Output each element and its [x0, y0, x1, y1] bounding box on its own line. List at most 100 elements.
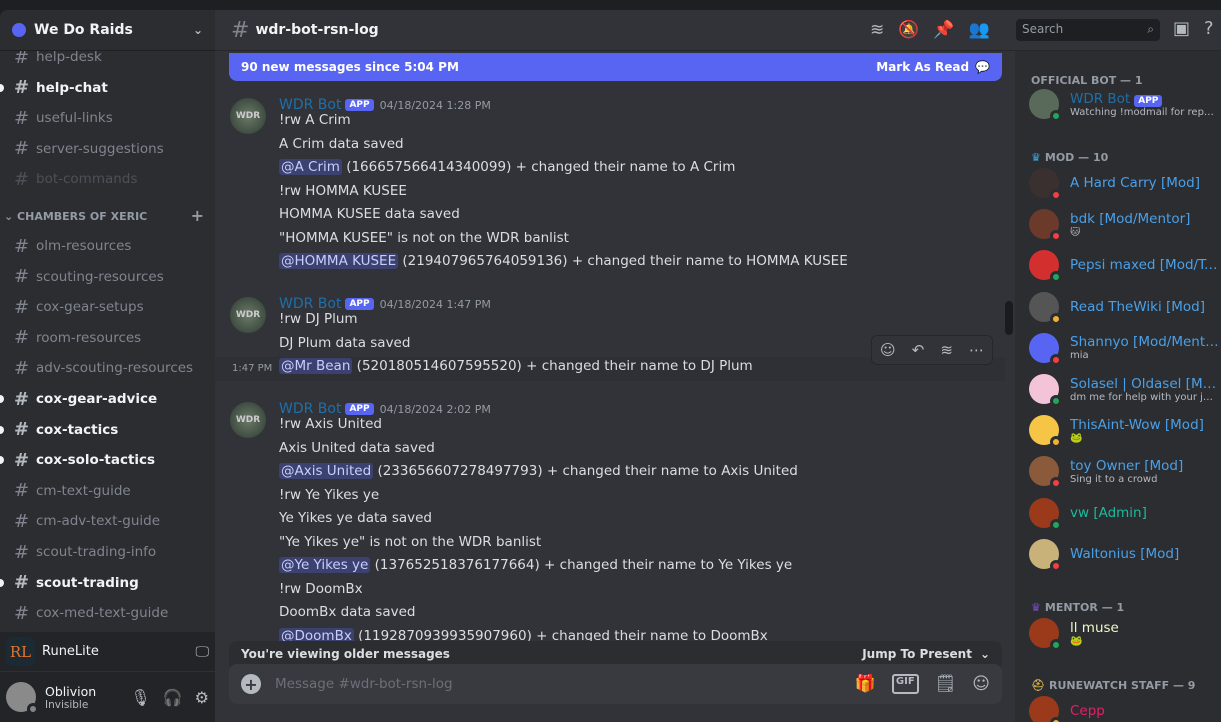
notification-muted-icon[interactable]: 🔕: [898, 20, 919, 40]
channel-server-suggestions[interactable]: # server-suggestions: [8, 135, 207, 163]
channel-cm-text-guide[interactable]: # cm-text-guide: [8, 477, 207, 505]
user-mention[interactable]: @Mr Bean: [279, 358, 353, 374]
inbox-icon[interactable]: ▣: [1173, 18, 1190, 39]
scrollbar[interactable]: [1005, 301, 1013, 335]
channel-adv-scouting-resources[interactable]: # adv-scouting-resources: [8, 354, 207, 382]
channel-name: cm-text-guide: [36, 482, 131, 499]
hash-icon: #: [14, 480, 30, 502]
help-icon[interactable]: ?: [1204, 18, 1214, 39]
gift-icon[interactable]: 🎁: [855, 674, 876, 694]
channel-scouting-resources[interactable]: # scouting-resources: [8, 263, 207, 291]
server-header[interactable]: We Do Raids ⌄: [0, 10, 215, 51]
headphones-icon[interactable]: 🎧: [163, 688, 183, 707]
add-attachment-icon[interactable]: +: [241, 674, 261, 694]
microphone-icon[interactable]: 🎙: [130, 688, 150, 707]
channel-name: scouting-resources: [36, 268, 164, 285]
member-group-header: ♛ MOD — 10: [1031, 151, 1108, 164]
channel-room-resources[interactable]: # room-resources: [8, 324, 207, 352]
channel-help-chat[interactable]: # help-chat: [0, 74, 207, 102]
threads-icon[interactable]: ≋: [870, 20, 884, 40]
channel-name: server-suggestions: [36, 140, 164, 157]
channel-scout-trading[interactable]: # scout-trading: [0, 569, 207, 597]
create-thread-icon[interactable]: ≋: [940, 341, 953, 359]
add-channel-icon[interactable]: +: [191, 206, 204, 225]
channel-scout-trading-info[interactable]: # scout-trading-info: [8, 538, 207, 566]
channel-bot-commands[interactable]: # bot-commands: [8, 165, 207, 193]
sticker-icon[interactable]: 🗒: [935, 674, 957, 694]
member-item[interactable]: Solasel | Oldasel [Mod] dm me for help wi…: [1029, 371, 1219, 407]
member-item[interactable]: ll muse 🐸: [1029, 615, 1219, 651]
channel-name: help-chat: [36, 79, 108, 96]
member-item[interactable]: Shannyo [Mod/Mentor] mia: [1029, 330, 1219, 366]
activity-name: RuneLite: [42, 644, 99, 659]
member-item[interactable]: Waltonius [Mod]: [1029, 536, 1219, 572]
status-dnd-icon: [1050, 189, 1062, 201]
gear-icon[interactable]: ⚙: [195, 688, 209, 707]
member-item[interactable]: Read TheWiki [Mod]: [1029, 289, 1219, 325]
member-item[interactable]: A Hard Carry [Mod]: [1029, 165, 1219, 201]
mark-as-read-button[interactable]: Mark As Read: [876, 60, 969, 74]
member-name-text: ThisAint-Wow [Mod]: [1070, 416, 1204, 433]
category-header[interactable]: ⌄ CHAMBERS OF XERIC +: [4, 206, 204, 225]
author-avatar[interactable]: WDR: [230, 297, 266, 333]
gif-icon[interactable]: GIF: [891, 674, 919, 694]
new-messages-text: 90 new messages since 5:04 PM: [241, 60, 459, 74]
member-name: vw [Admin]: [1070, 505, 1147, 521]
user-mention[interactable]: @A Crim: [279, 159, 342, 175]
add-reaction-icon[interactable]: ☺: [880, 341, 896, 359]
activity-panel[interactable]: RL RuneLite 🖵: [0, 632, 215, 672]
member-item[interactable]: WDR Bot APP Watching !modmail for reports: [1029, 86, 1219, 122]
channel-cox-med-text-guide[interactable]: # cox-med-text-guide: [8, 599, 207, 627]
helmet-icon: ⛑: [1031, 679, 1045, 692]
message-text: (520180514607595520) + changed their nam…: [352, 358, 753, 374]
channel-name: bot-commands: [36, 171, 138, 188]
stream-icon[interactable]: 🖵: [196, 644, 210, 660]
member-item[interactable]: Pepsi maxed [Mod/To...: [1029, 247, 1219, 284]
member-item[interactable]: Cepp: [1029, 693, 1219, 722]
channel-cox-solo-tactics[interactable]: # cox-solo-tactics: [0, 446, 207, 474]
member-item[interactable]: ThisAint-Wow [Mod] 🐸: [1029, 412, 1219, 449]
message-text: (166657566414340099) + changed their nam…: [341, 159, 736, 175]
hash-icon: #: [14, 107, 30, 129]
chat-header: # wdr-bot-rsn-log ≋ 🔕 📌 👥 Search ⌕ ▣ ?: [215, 10, 1221, 51]
user-mention[interactable]: @HOMMA KUSEE: [279, 253, 399, 269]
channel-cm-adv-text-guide[interactable]: # cm-adv-text-guide: [8, 507, 207, 535]
author-avatar[interactable]: WDR: [230, 98, 266, 134]
emoji-icon[interactable]: ☺: [972, 674, 990, 694]
user-avatar[interactable]: [6, 682, 39, 715]
message-composer[interactable]: + Message #wdr-bot-rsn-log 🎁 GIF 🗒 ☺: [229, 664, 1002, 704]
user-mention[interactable]: @Axis United: [279, 463, 374, 479]
hash-icon: #: [14, 449, 30, 471]
member-custom-status: Watching !modmail for reports: [1070, 106, 1219, 118]
reply-icon[interactable]: ↶: [912, 341, 925, 359]
member-item[interactable]: vw [Admin]: [1029, 495, 1219, 531]
older-messages-text: You're viewing older messages: [241, 647, 450, 661]
member-item[interactable]: bdk [Mod/Mentor] 🐱: [1029, 206, 1219, 243]
server-name: We Do Raids: [34, 22, 133, 38]
hash-icon: #: [14, 77, 30, 99]
channel-useful-links[interactable]: # useful-links: [8, 104, 207, 132]
message-text: Axis United data saved: [279, 439, 435, 456]
member-item[interactable]: toy Owner [Mod] Sing it to a crowd: [1029, 453, 1219, 490]
author-avatar[interactable]: WDR: [230, 402, 266, 438]
members-icon[interactable]: 👥: [969, 20, 990, 40]
jump-to-present-button[interactable]: Jump To Present: [862, 647, 972, 661]
message-text: (137652518376177664) + changed their nam…: [370, 557, 793, 573]
message-input[interactable]: Message #wdr-bot-rsn-log: [275, 676, 453, 692]
user-mention[interactable]: @Ye Yikes ye: [279, 557, 371, 573]
channel-name: cox-tactics: [36, 421, 119, 438]
member-name-text: Read TheWiki [Mod]: [1070, 298, 1205, 315]
pin-icon[interactable]: 📌: [933, 20, 954, 40]
channel-cox-gear-setups[interactable]: # cox-gear-setups: [8, 293, 207, 321]
member-avatar: [1029, 497, 1062, 531]
channel-cox-tactics[interactable]: # cox-tactics: [0, 416, 207, 444]
new-messages-banner[interactable]: 90 new messages since 5:04 PM Mark As Re…: [229, 53, 1002, 81]
channel-cox-gear-advice[interactable]: # cox-gear-advice: [0, 385, 207, 413]
more-icon[interactable]: ⋯: [969, 341, 984, 359]
channel-olm-resources[interactable]: # olm-resources: [8, 232, 207, 260]
channel-name: cox-med-text-guide: [36, 605, 169, 622]
member-name-text: toy Owner [Mod]: [1070, 457, 1184, 474]
search-input[interactable]: Search ⌕: [1016, 19, 1160, 41]
member-group-header: ♛ MENTOR — 1: [1031, 601, 1124, 614]
hash-icon: #: [231, 17, 250, 43]
